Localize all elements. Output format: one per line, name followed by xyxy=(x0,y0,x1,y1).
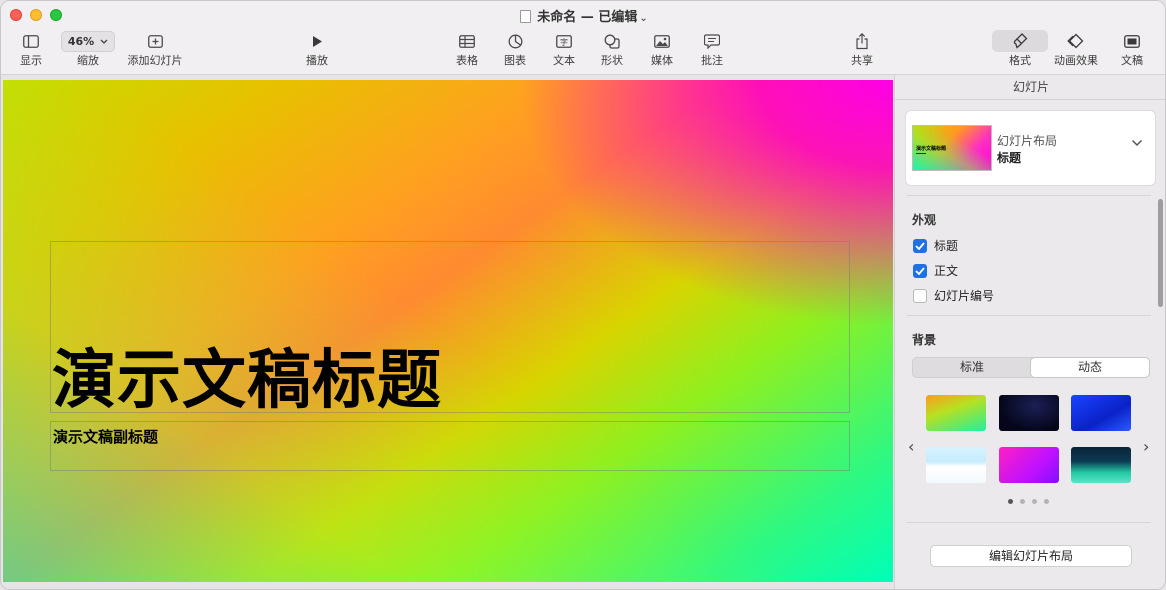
window-title-text: 未命名 — 已编辑 xyxy=(537,10,638,25)
inspector-header: 幻灯片 xyxy=(895,75,1165,100)
slide-number-checkbox[interactable] xyxy=(913,288,927,303)
page-dot[interactable] xyxy=(1032,499,1037,504)
chevron-down-icon xyxy=(100,39,108,44)
zoom-label: 缩放 xyxy=(77,54,99,67)
photo-icon xyxy=(654,31,670,51)
page-dot[interactable] xyxy=(1044,499,1049,504)
thumbnail-title: 演示文稿标题 xyxy=(916,146,947,152)
tab-dynamic[interactable]: 动态 xyxy=(1031,358,1149,377)
add-slide-icon xyxy=(147,31,163,51)
body-checkbox-row[interactable]: 正文 xyxy=(913,262,958,279)
paintbrush-icon xyxy=(1013,33,1027,49)
view-label: 显示 xyxy=(20,54,42,67)
share-button[interactable]: 共享 xyxy=(832,31,892,68)
comment-icon xyxy=(704,31,720,51)
inspector-panel: 幻灯片 演示文稿标题 幻灯片布局 标题 外观 标题 正文 幻灯片编号 背景 标准… xyxy=(894,75,1165,589)
background-swatch-4[interactable] xyxy=(926,447,986,483)
document-icon xyxy=(520,10,532,23)
share-label: 共享 xyxy=(851,54,873,67)
view-button[interactable]: 显示 xyxy=(1,31,61,68)
swatch-page-dots xyxy=(1008,499,1049,504)
zoom-value: 46% xyxy=(67,34,95,48)
chevron-down-icon: ⌄ xyxy=(639,13,648,24)
slide-subtitle[interactable]: 演示文稿副标题 xyxy=(53,426,158,447)
svg-text:字: 字 xyxy=(560,37,568,47)
checkmark-icon xyxy=(915,241,925,250)
play-button[interactable]: 播放 xyxy=(287,31,347,68)
subtitle-placeholder-box[interactable] xyxy=(50,421,850,471)
comment-button[interactable]: 批注 xyxy=(682,31,742,68)
slide-number-checkbox-label: 幻灯片编号 xyxy=(934,289,995,303)
text-box-icon: 字 xyxy=(556,31,572,51)
slide-title[interactable]: 演示文稿标题 xyxy=(52,329,442,421)
zoom-select[interactable]: 46% xyxy=(61,30,115,52)
play-icon xyxy=(311,31,323,51)
slide[interactable]: 演示文稿标题 演示文稿副标题 xyxy=(3,80,893,582)
background-swatch-1[interactable] xyxy=(926,395,986,431)
share-icon xyxy=(855,31,869,51)
app-window: 未命名 — 已编辑 ⌄ 显示 46% 缩放 添加幻灯片 播放 表格 图表 字 文… xyxy=(0,0,1166,590)
title-checkbox[interactable] xyxy=(913,238,927,253)
layout-label: 幻灯片布局 xyxy=(997,134,1058,148)
divider xyxy=(907,315,1151,316)
inspector-scrollbar[interactable] xyxy=(1158,199,1163,307)
background-swatch-3[interactable] xyxy=(1071,395,1131,431)
page-dot[interactable] xyxy=(1008,499,1013,504)
comment-label: 批注 xyxy=(701,54,723,67)
tab-standard[interactable]: 标准 xyxy=(913,358,1031,377)
body-checkbox-label: 正文 xyxy=(934,264,959,278)
sidebar-icon xyxy=(23,31,39,51)
chevron-right-icon[interactable]: › xyxy=(1143,437,1149,456)
format-pill xyxy=(992,30,1048,52)
document-button[interactable]: 文稿 xyxy=(1102,31,1162,68)
document-inspector-icon xyxy=(1124,31,1140,51)
pie-chart-icon xyxy=(508,31,523,51)
thumbnail-subtitle-line xyxy=(916,153,926,154)
chevron-left-icon[interactable]: ‹ xyxy=(908,437,914,456)
divider xyxy=(907,195,1151,196)
chevron-down-icon xyxy=(1131,139,1143,147)
zoom-control[interactable]: 46% 缩放 xyxy=(58,30,118,68)
table-label: 表格 xyxy=(456,54,478,67)
add-slide-label: 添加幻灯片 xyxy=(127,54,183,67)
layout-value: 标题 xyxy=(997,151,1022,165)
background-title: 背景 xyxy=(912,333,937,347)
title-checkbox-row[interactable]: 标题 xyxy=(913,237,958,254)
checkmark-icon xyxy=(915,266,925,275)
appearance-title: 外观 xyxy=(912,213,937,227)
shape-label: 形状 xyxy=(601,54,623,67)
animate-diamond-icon xyxy=(1065,31,1087,51)
add-slide-button[interactable]: 添加幻灯片 xyxy=(125,31,185,68)
body-checkbox[interactable] xyxy=(913,263,927,278)
background-segmented-control[interactable]: 标准 动态 xyxy=(912,357,1150,378)
title-checkbox-label: 标题 xyxy=(934,239,959,253)
animate-label: 动画效果 xyxy=(1054,54,1098,67)
text-label: 文本 xyxy=(553,54,575,67)
divider xyxy=(907,522,1151,523)
background-swatch-5[interactable] xyxy=(999,447,1059,483)
slide-layout-picker[interactable]: 演示文稿标题 幻灯片布局 标题 xyxy=(906,111,1155,185)
chart-label: 图表 xyxy=(504,54,526,67)
toolbar: 未命名 — 已编辑 ⌄ 显示 46% 缩放 添加幻灯片 播放 表格 图表 字 文… xyxy=(1,1,1165,75)
format-label: 格式 xyxy=(1009,54,1031,67)
document-label: 文稿 xyxy=(1121,54,1143,67)
slide-number-checkbox-row[interactable]: 幻灯片编号 xyxy=(913,287,994,304)
background-swatch-2[interactable] xyxy=(999,395,1059,431)
layout-thumbnail: 演示文稿标题 xyxy=(912,125,992,171)
media-label: 媒体 xyxy=(651,54,673,67)
table-icon xyxy=(459,31,475,51)
format-button[interactable]: 格式 xyxy=(990,30,1050,68)
slide-canvas[interactable]: 演示文稿标题 演示文稿副标题 xyxy=(1,75,894,589)
edit-slide-layout-button[interactable]: 编辑幻灯片布局 xyxy=(930,545,1132,567)
play-label: 播放 xyxy=(306,54,328,67)
animate-button[interactable]: 动画效果 xyxy=(1046,31,1106,68)
window-title[interactable]: 未命名 — 已编辑 ⌄ xyxy=(1,6,1165,25)
shapes-icon xyxy=(604,31,620,51)
page-dot[interactable] xyxy=(1020,499,1025,504)
background-swatch-6[interactable] xyxy=(1071,447,1131,483)
